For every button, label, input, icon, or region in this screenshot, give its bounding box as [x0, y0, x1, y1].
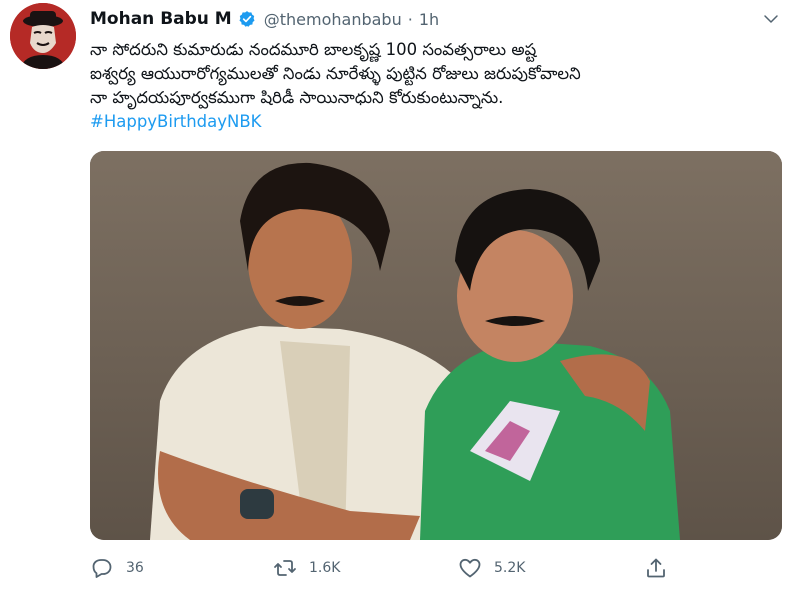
verified-badge-icon — [239, 11, 255, 27]
reply-button[interactable]: 36 — [90, 553, 144, 583]
tweet-text-line: నా సోదరుని కుమారుడు నందమూరి బాలకృష్ణ 100… — [90, 40, 537, 59]
author-handle[interactable]: @themohanbabu — [264, 10, 402, 29]
tweet-photo[interactable] — [90, 151, 782, 540]
share-icon — [647, 558, 665, 578]
separator-dot: · — [407, 9, 413, 29]
tweet-time[interactable]: 1h — [419, 10, 439, 29]
tweet-header: Mohan Babu M @themohanbabu · 1h — [90, 6, 780, 32]
tweet-actions: 36 1.6K 5.2K — [90, 553, 710, 583]
like-button[interactable]: 5.2K — [458, 553, 525, 583]
retweet-button[interactable]: 1.6K — [273, 553, 340, 583]
chevron-down-icon[interactable] — [762, 10, 780, 28]
tweet-text: నా సోదరుని కుమారుడు నందమూరి బాలకృష్ణ 100… — [90, 38, 780, 134]
retweet-icon — [274, 560, 296, 576]
like-count: 5.2K — [494, 560, 526, 576]
tweet-text-line: ఐశ్వర్య ఆయురారోగ్యములతో నిండు నూరేళ్ళు ప… — [90, 64, 581, 83]
heart-icon — [459, 558, 481, 578]
hashtag-link[interactable]: #HappyBirthdayNBK — [90, 110, 780, 134]
share-button[interactable] — [644, 553, 668, 583]
retweet-count: 1.6K — [309, 560, 341, 576]
author-name[interactable]: Mohan Babu M — [90, 9, 232, 29]
reply-count: 36 — [126, 560, 144, 576]
reply-icon — [92, 559, 112, 578]
avatar[interactable] — [10, 3, 76, 69]
tweet-text-line: నా హృదయపూర్వకముగా షిరిడీ సాయినాధుని కోరు… — [90, 88, 504, 107]
profile-silhouette-icon — [10, 3, 76, 69]
photo-image — [90, 151, 782, 540]
